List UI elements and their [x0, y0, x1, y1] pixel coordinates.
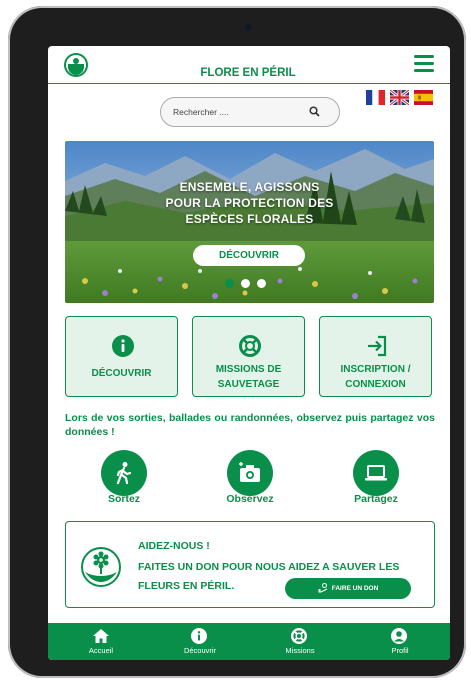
tile-missions[interactable]: MISSIONS DE SAUVETAGE: [192, 316, 305, 397]
tab-profile[interactable]: Profil: [365, 623, 435, 660]
action-go-out-button[interactable]: [101, 450, 147, 496]
donate-hand-icon: [318, 583, 327, 593]
tab-home[interactable]: Accueil: [66, 623, 136, 660]
donate-button-label: FAIRE UN DON: [331, 585, 379, 592]
camera-icon: [239, 462, 260, 482]
hero-line-3: ESPÈCES FLORALES: [185, 212, 314, 226]
hero-carousel: ENSEMBLE, AGISSONS POUR LA PROTECTION DE…: [65, 141, 434, 303]
search-icon[interactable]: [309, 106, 320, 117]
flag-france-icon[interactable]: [366, 90, 385, 105]
search-placeholder: Rechercher ....: [173, 107, 229, 117]
home-icon: [93, 629, 109, 643]
donation-card: AIDEZ-NOUS ! FAITES UN DON POUR NOUS AID…: [65, 521, 435, 608]
app-header: FLORE EN PÉRIL: [48, 46, 450, 84]
action-go-out-label: Sortez: [107, 493, 141, 505]
sign-in-icon: [368, 335, 387, 357]
lifebuoy-icon: [239, 335, 261, 357]
search-input[interactable]: Rechercher ....: [160, 97, 340, 127]
carousel-dot[interactable]: [225, 279, 234, 288]
action-observe-label: Observez: [226, 493, 274, 505]
tile-missions-label-2: SAUVETAGE: [217, 379, 280, 390]
app-logo-icon[interactable]: [64, 53, 88, 77]
lifebuoy-icon: [291, 628, 307, 644]
carousel-dot[interactable]: [241, 279, 250, 288]
intro-text: Lors de vos sorties, ballades ou randonn…: [65, 412, 435, 438]
tile-discover-label: DÉCOUVRIR: [91, 368, 152, 379]
bottom-tab-bar: Accueil Découvrir Missions Profil: [48, 623, 450, 660]
tablet-frame: FLORE EN PÉRIL Rechercher .... ENSEMBLE,…: [8, 6, 466, 678]
info-icon: [191, 628, 207, 644]
language-switcher: [366, 90, 433, 105]
donate-button[interactable]: FAIRE UN DON: [285, 578, 411, 599]
flag-spain-icon[interactable]: [414, 90, 433, 105]
donation-title: AIDEZ-NOUS !: [138, 540, 210, 552]
action-observe-button[interactable]: [227, 450, 273, 496]
hero-discover-button[interactable]: DÉCOUVRIR: [193, 245, 305, 266]
hero-line-1: ENSEMBLE, AGISSONS: [179, 180, 320, 194]
tile-signin-label-2: CONNEXION: [345, 379, 406, 390]
tab-home-label: Accueil: [88, 646, 114, 655]
walking-person-icon: [116, 462, 132, 485]
tab-profile-label: Profil: [391, 646, 409, 655]
carousel-dots: [225, 279, 266, 288]
flower-hands-icon: [81, 547, 121, 587]
tab-missions[interactable]: Missions: [265, 623, 335, 660]
action-share-label: Partagez: [354, 493, 398, 505]
hero-line-2: POUR LA PROTECTION DES: [165, 196, 334, 210]
tab-missions-label: Missions: [285, 646, 315, 655]
action-share-button[interactable]: [353, 450, 399, 496]
laptop-icon: [365, 465, 387, 481]
tile-signin-label-1: INSCRIPTION /: [340, 364, 411, 375]
tile-signin[interactable]: INSCRIPTION / CONNEXION: [319, 316, 432, 397]
tab-discover-label: Découvrir: [183, 646, 217, 655]
app-screen: FLORE EN PÉRIL Rechercher .... ENSEMBLE,…: [48, 46, 450, 660]
tile-missions-label-1: MISSIONS DE: [215, 364, 282, 375]
app-title: FLORE EN PÉRIL: [200, 67, 296, 79]
carousel-dot[interactable]: [257, 279, 266, 288]
tab-discover[interactable]: Découvrir: [165, 623, 235, 660]
info-icon: [112, 335, 134, 357]
hamburger-menu-icon[interactable]: [414, 55, 434, 72]
tile-discover[interactable]: DÉCOUVRIR: [65, 316, 178, 397]
hero-headline: ENSEMBLE, AGISSONS POUR LA PROTECTION DE…: [65, 179, 434, 227]
flag-uk-icon[interactable]: [390, 90, 409, 105]
camera-dot: [245, 24, 252, 31]
user-icon: [391, 628, 407, 644]
